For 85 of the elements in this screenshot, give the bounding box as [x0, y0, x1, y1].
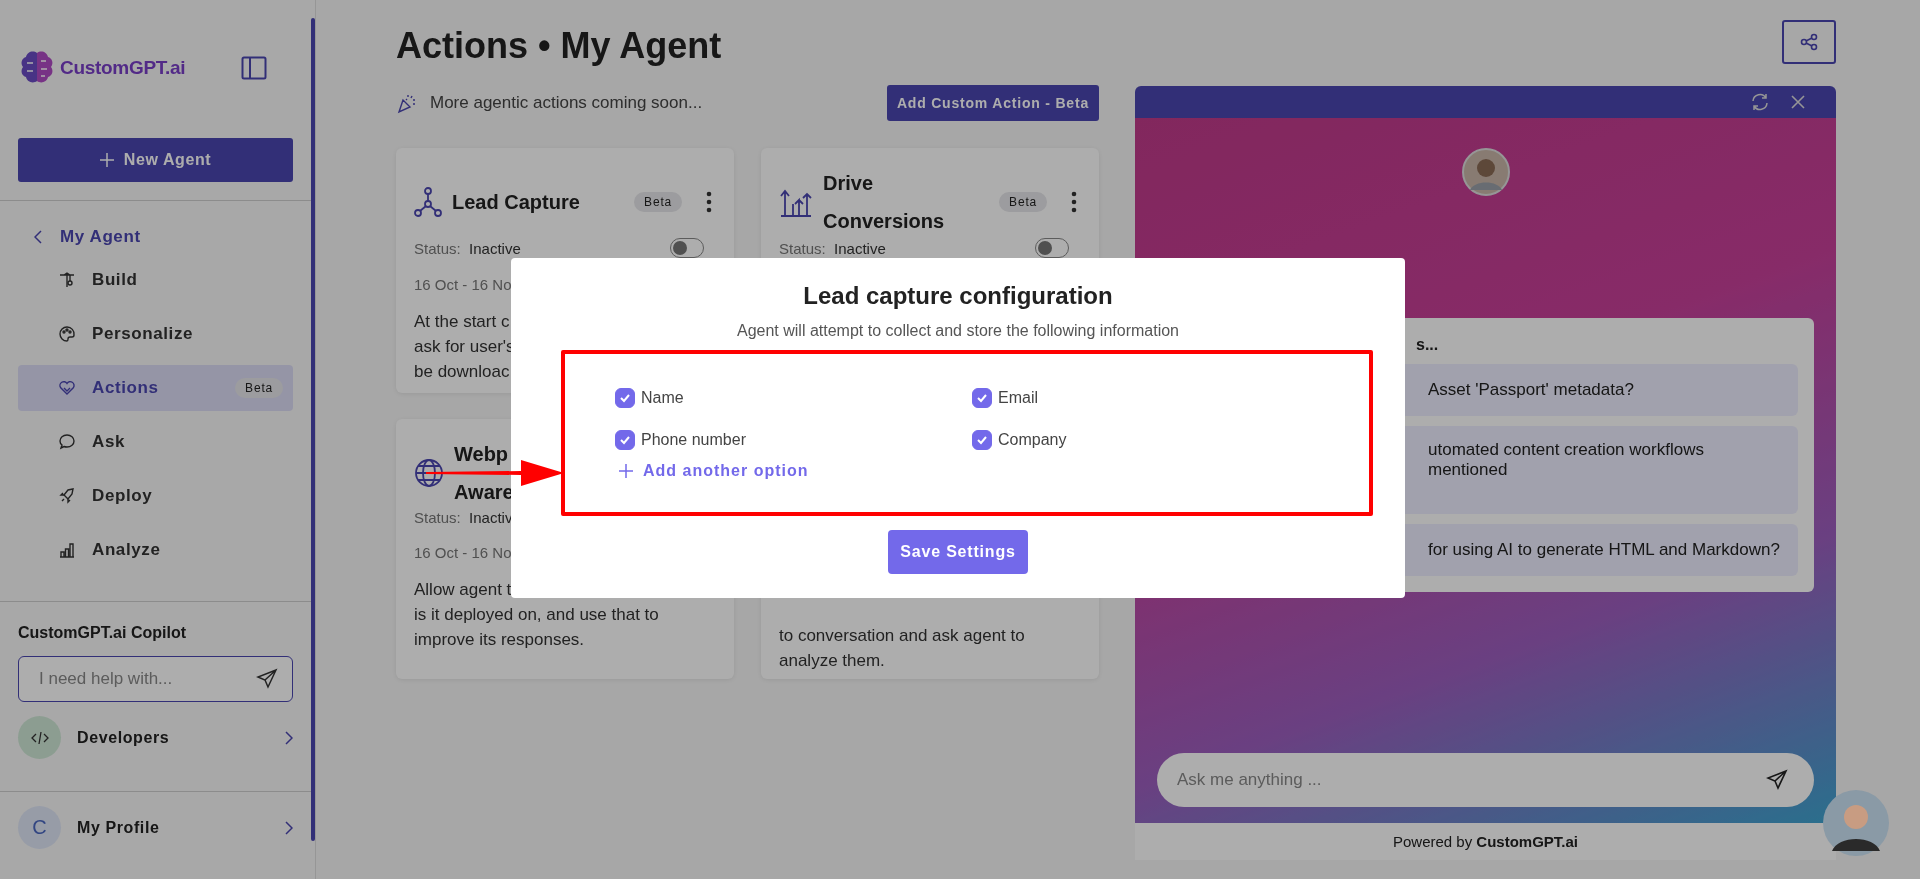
copilot-text-input[interactable]: I need help with...	[37, 668, 256, 690]
checkbox-option[interactable]: Company	[972, 430, 1067, 450]
modal-subtitle: Agent will attempt to collect and store the following information	[737, 322, 1179, 340]
back-link[interactable]: My Agent	[34, 227, 141, 247]
refresh-icon[interactable]	[1750, 92, 1770, 112]
status-text: Status: Inactive	[779, 239, 886, 257]
modal-title: Lead capture configuration	[803, 282, 1113, 310]
send-icon[interactable]	[1766, 769, 1788, 791]
checkbox[interactable]	[615, 430, 635, 450]
chat-text-input[interactable]: Ask me anything ...	[1175, 769, 1766, 791]
heart-icon	[58, 379, 76, 397]
nav-item[interactable]: Personalize	[18, 311, 293, 357]
page-title: Actions • My Agent	[396, 24, 722, 68]
nav-item[interactable]: Analyze	[18, 527, 293, 573]
add-custom-action-button[interactable]: Add Custom Action - Beta	[886, 85, 1099, 121]
chevron-left-icon	[34, 230, 42, 244]
beta-badge: Beta	[235, 378, 283, 398]
card-description: At the start c	[414, 311, 511, 333]
profile-link[interactable]: C My Profile	[18, 806, 293, 849]
send-icon[interactable]	[256, 668, 278, 690]
beta-badge: Beta	[999, 192, 1047, 212]
date-range: 16 Oct - 16 No	[414, 544, 513, 561]
card-description: be downloac	[414, 361, 511, 383]
add-option-link[interactable]: Add another option	[619, 462, 809, 480]
rocket-icon	[58, 487, 76, 505]
plus-icon	[619, 464, 633, 478]
nav-item[interactable]: Build	[18, 257, 293, 303]
card-description: Allow agent t	[414, 579, 513, 601]
toggle-switch[interactable]	[670, 238, 704, 258]
card-description: improve its responses.	[414, 629, 586, 651]
close-icon[interactable]	[1790, 94, 1806, 110]
card-title: Drive Conversions	[823, 171, 945, 234]
save-settings-button[interactable]: Save Settings	[888, 530, 1028, 574]
more-options-icon[interactable]	[1071, 191, 1077, 213]
sidebar-toggle-icon[interactable]	[241, 56, 267, 80]
checkbox-option[interactable]: Phone number	[615, 430, 746, 450]
palette-icon	[58, 325, 76, 343]
notice-text: More agentic actions coming soon...	[430, 93, 703, 113]
new-agent-button[interactable]: New Agent	[18, 138, 293, 182]
code-icon	[18, 716, 61, 759]
nav-item[interactable]: Ask	[18, 419, 293, 465]
plus-icon	[99, 153, 114, 167]
card-description: is it deployed on, and use that to	[414, 604, 660, 626]
card-title: Lead Capture	[452, 190, 580, 215]
checkbox[interactable]	[972, 430, 992, 450]
logo-text: CustomGPT.ai	[60, 57, 186, 79]
suggestions-heading: s...	[1415, 336, 1440, 354]
check-icon	[619, 393, 631, 403]
network-icon	[414, 187, 442, 217]
status-text: Status: Inactive	[414, 239, 521, 257]
checkbox[interactable]	[615, 388, 635, 408]
developers-link[interactable]: Developers	[18, 716, 293, 759]
checkbox[interactable]	[972, 388, 992, 408]
chat-input-field[interactable]: Ask me anything ...	[1157, 753, 1814, 807]
more-options-icon[interactable]	[706, 191, 712, 213]
check-icon	[976, 393, 988, 403]
powered-by-text: Powered by CustomGPT.ai	[1135, 823, 1836, 860]
copilot-title: CustomGPT.ai Copilot	[18, 624, 186, 642]
check-icon	[619, 435, 631, 445]
copilot-input-field[interactable]: I need help with...	[18, 656, 293, 702]
globe-icon	[414, 458, 444, 488]
status-text: Status: Inactiv	[414, 509, 513, 526]
date-range: 16 Oct - 16 No	[414, 276, 513, 293]
chat-icon	[58, 433, 76, 451]
party-popper-icon	[396, 92, 418, 114]
scrollbar[interactable]	[311, 18, 315, 841]
profile-avatar: C	[18, 806, 61, 849]
check-icon	[976, 435, 988, 445]
checkbox-option[interactable]: Email	[972, 388, 1038, 408]
chart-icon	[58, 541, 76, 559]
share-icon	[1800, 33, 1818, 51]
share-button[interactable]	[1782, 20, 1836, 64]
avatar[interactable]	[1822, 789, 1890, 857]
nav-item[interactable]: Actions Beta	[18, 365, 293, 411]
nav-item[interactable]: Deploy	[18, 473, 293, 519]
card-title: Webp Aware	[454, 442, 514, 505]
card-description: to conversation and ask agent to	[779, 625, 1026, 647]
chevron-right-icon	[285, 820, 293, 835]
avatar	[1461, 148, 1510, 196]
chevron-right-icon	[285, 730, 293, 745]
beta-badge: Beta	[634, 192, 682, 212]
checkbox-option[interactable]: Name	[615, 388, 684, 408]
build-icon	[58, 271, 76, 289]
toggle-switch[interactable]	[1035, 238, 1069, 258]
card-description: analyze them.	[779, 650, 886, 672]
